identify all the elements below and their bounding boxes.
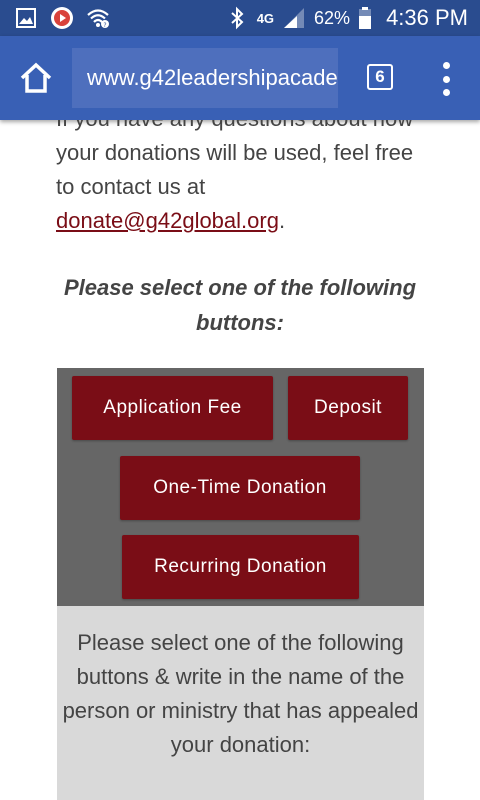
page-content: If you have any questions about how your… <box>0 120 480 800</box>
intro-paragraph: If you have any questions about how your… <box>56 120 436 238</box>
one-time-donation-button[interactable]: One-Time Donation <box>120 456 360 520</box>
status-bar: ? 4G 62% 4:36 PM <box>0 0 480 36</box>
menu-dot-icon <box>442 75 450 83</box>
network-4g-icon: 4G <box>256 10 275 26</box>
wifi-icon: ? <box>86 6 110 30</box>
secondary-prompt: Please select one of the following butto… <box>62 630 419 757</box>
overflow-menu-button[interactable] <box>436 62 456 96</box>
signal-icon <box>282 6 306 30</box>
application-fee-button[interactable]: Application Fee <box>72 376 273 440</box>
url-field[interactable]: www.g42leadershipacademy.org <box>72 48 338 108</box>
clock: 4:36 PM <box>386 5 468 30</box>
menu-dot-icon <box>442 89 450 96</box>
intro-text: If you have any questions about how your… <box>56 120 414 199</box>
tab-switcher-button[interactable]: 6 <box>367 64 393 90</box>
secondary-panel: Please select one of the following butto… <box>57 606 424 800</box>
menu-dot-icon <box>442 62 450 69</box>
selection-prompt: Please select one of the following butto… <box>63 275 417 335</box>
video-icon <box>50 6 74 30</box>
svg-text:?: ? <box>103 22 106 29</box>
contact-email-link[interactable]: donate@g42global.org <box>56 208 279 233</box>
battery-percent: 62% <box>314 7 351 28</box>
browser-toolbar: www.g42leadershipacademy.org 6 <box>0 36 480 120</box>
button-panel: Application Fee Deposit One-Time Donatio… <box>57 368 424 606</box>
bluetooth-icon <box>225 6 249 30</box>
home-button[interactable] <box>18 60 54 96</box>
gallery-icon <box>14 6 38 30</box>
battery-icon <box>358 6 372 30</box>
home-icon <box>20 62 52 93</box>
recurring-donation-button[interactable]: Recurring Donation <box>122 535 359 599</box>
intro-suffix: . <box>278 208 286 233</box>
deposit-button[interactable]: Deposit <box>288 376 408 440</box>
